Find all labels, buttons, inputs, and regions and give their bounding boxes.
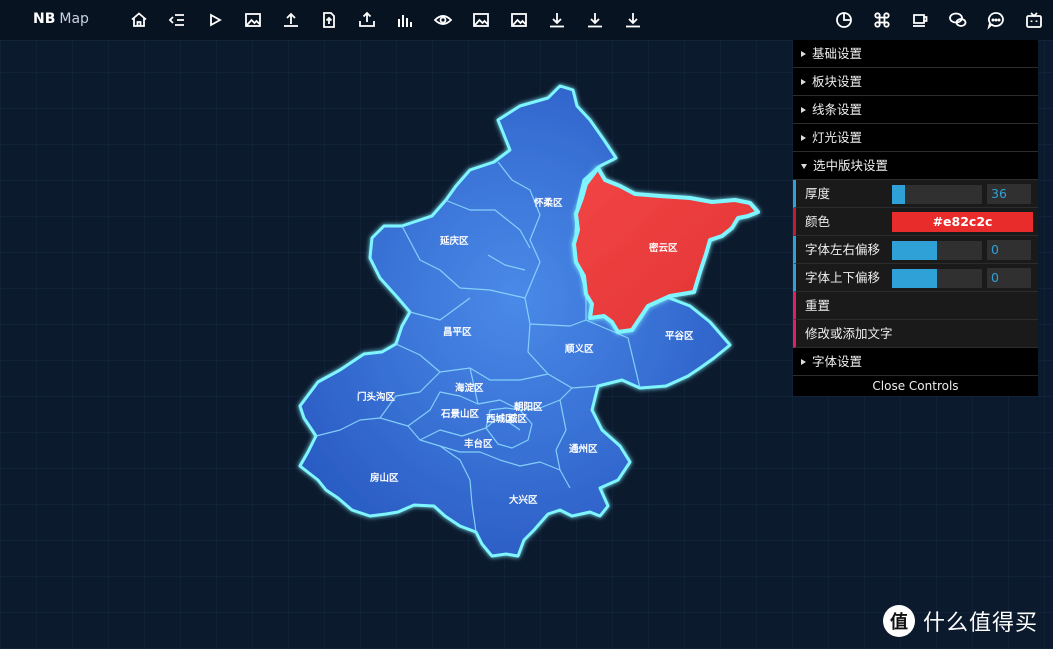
- list-icon[interactable]: [167, 10, 187, 30]
- play-icon[interactable]: [205, 10, 225, 30]
- download-icon[interactable]: [547, 10, 567, 30]
- district-label-chaoyang: 朝阳区: [514, 401, 543, 413]
- offset-y-input[interactable]: 0: [987, 268, 1031, 288]
- folder-label: 线条设置: [812, 102, 863, 117]
- logo-light-text: Map: [59, 11, 89, 27]
- color-picker[interactable]: #e82c2c: [892, 212, 1033, 232]
- controls-panel: 基础设置 板块设置 线条设置 灯光设置 选中版块设置 厚度 36 颜色 #e82…: [793, 40, 1038, 396]
- edit-text-button[interactable]: 修改或添加文字: [793, 320, 1038, 348]
- app-logo[interactable]: NB Map: [33, 11, 89, 27]
- district-label-fangshan: 房山区: [370, 472, 399, 484]
- upload-icon[interactable]: [281, 10, 301, 30]
- command-icon[interactable]: [872, 10, 892, 30]
- font-offset-y-control: 字体上下偏移 0: [793, 264, 1038, 292]
- thickness-slider[interactable]: [892, 185, 982, 204]
- font-offset-x-control: 字体左右偏移 0: [793, 236, 1038, 264]
- map-canvas[interactable]: 怀柔区 延庆区 密云区 昌平区 顺义区 平谷区 海淀区 门头沟区 石景山区 朝阳…: [0, 40, 790, 649]
- slider-fill: [892, 241, 937, 260]
- cup-icon[interactable]: [910, 10, 930, 30]
- thickness-control: 厚度 36: [793, 180, 1038, 208]
- image-icon[interactable]: [471, 10, 491, 30]
- district-label-yanqing: 延庆区: [439, 235, 469, 247]
- offset-y-label: 字体上下偏移: [805, 270, 881, 285]
- district-label-mentougou: 门头沟区: [357, 391, 396, 403]
- color-control: 颜色 #e82c2c: [793, 208, 1038, 236]
- folder-label: 基础设置: [812, 46, 863, 61]
- thickness-label: 厚度: [805, 186, 831, 201]
- district-label-changping: 昌平区: [443, 327, 472, 338]
- file-upload-icon[interactable]: [319, 10, 339, 30]
- top-toolbar: NB Map: [0, 0, 1053, 41]
- district-label-pinggu: 平谷区: [665, 330, 694, 342]
- slider-fill: [892, 185, 905, 204]
- collapse-triangle-icon: [801, 79, 806, 85]
- download-icon[interactable]: [623, 10, 643, 30]
- offset-x-slider[interactable]: [892, 241, 982, 260]
- folder-label: 灯光设置: [812, 130, 863, 145]
- district-label-shunyi: 顺义区: [565, 343, 594, 355]
- watermark-logo-icon: 值: [883, 605, 915, 637]
- district-label-shijingshan: 石景山区: [440, 408, 480, 420]
- wechat-icon[interactable]: [948, 10, 968, 30]
- folder-label: 字体设置: [812, 354, 863, 369]
- district-label-tongzhou: 通州区: [569, 444, 598, 455]
- export-icon[interactable]: [357, 10, 377, 30]
- watermark-text: 什么值得买: [923, 611, 1039, 636]
- folder-label: 板块设置: [812, 74, 863, 89]
- collapse-triangle-icon: [801, 359, 806, 365]
- home-icon[interactable]: [129, 10, 149, 30]
- edit-text-label: 修改或添加文字: [805, 326, 893, 341]
- reset-label: 重置: [805, 298, 831, 313]
- district-label-daxing: 大兴区: [509, 494, 538, 506]
- map-outline: [298, 84, 732, 558]
- eye-icon[interactable]: [433, 10, 453, 30]
- tv-icon[interactable]: [1024, 10, 1044, 30]
- folder-font-settings[interactable]: 字体设置: [793, 348, 1038, 376]
- folder-block-settings[interactable]: 板块设置: [793, 68, 1038, 96]
- collapse-triangle-icon: [801, 107, 806, 113]
- district-label-huairou: 怀柔区: [534, 197, 563, 209]
- collapse-triangle-icon: [801, 51, 806, 57]
- thickness-input[interactable]: 36: [987, 184, 1031, 204]
- chat-icon[interactable]: [986, 10, 1006, 30]
- folder-line-settings[interactable]: 线条设置: [793, 96, 1038, 124]
- folder-label: 选中版块设置: [813, 158, 889, 173]
- collapse-triangle-icon: [801, 135, 806, 141]
- slider-fill: [892, 269, 937, 288]
- watermark-symbol: 值: [890, 612, 908, 633]
- beijing-map[interactable]: 怀柔区 延庆区 密云区 昌平区 顺义区 平谷区 海淀区 门头沟区 石景山区 朝阳…: [0, 40, 790, 649]
- reset-button[interactable]: 重置: [793, 292, 1038, 320]
- close-controls-button[interactable]: Close Controls: [793, 376, 1038, 396]
- district-label-dongcheng: 城区: [508, 413, 528, 425]
- offset-x-input[interactable]: 0: [987, 240, 1031, 260]
- folder-selected-block-settings[interactable]: 选中版块设置: [793, 152, 1038, 180]
- district-label-fengtai: 丰台区: [464, 438, 493, 450]
- color-label: 颜色: [805, 214, 831, 229]
- bar-chart-icon[interactable]: [395, 10, 415, 30]
- logo-bold-text: NB: [33, 11, 56, 27]
- district-label-miyun: 密云区: [648, 242, 678, 254]
- image-icon[interactable]: [243, 10, 263, 30]
- image-icon[interactable]: [509, 10, 529, 30]
- download-icon[interactable]: [585, 10, 605, 30]
- folder-light-settings[interactable]: 灯光设置: [793, 124, 1038, 152]
- district-label-haidian: 海淀区: [455, 382, 484, 394]
- expand-triangle-icon: [801, 164, 807, 169]
- folder-basic-settings[interactable]: 基础设置: [793, 40, 1038, 68]
- offset-x-label: 字体左右偏移: [805, 242, 881, 257]
- pie-chart-icon[interactable]: [834, 10, 854, 30]
- offset-y-slider[interactable]: [892, 269, 982, 288]
- watermark: 值 什么值得买: [883, 604, 1038, 638]
